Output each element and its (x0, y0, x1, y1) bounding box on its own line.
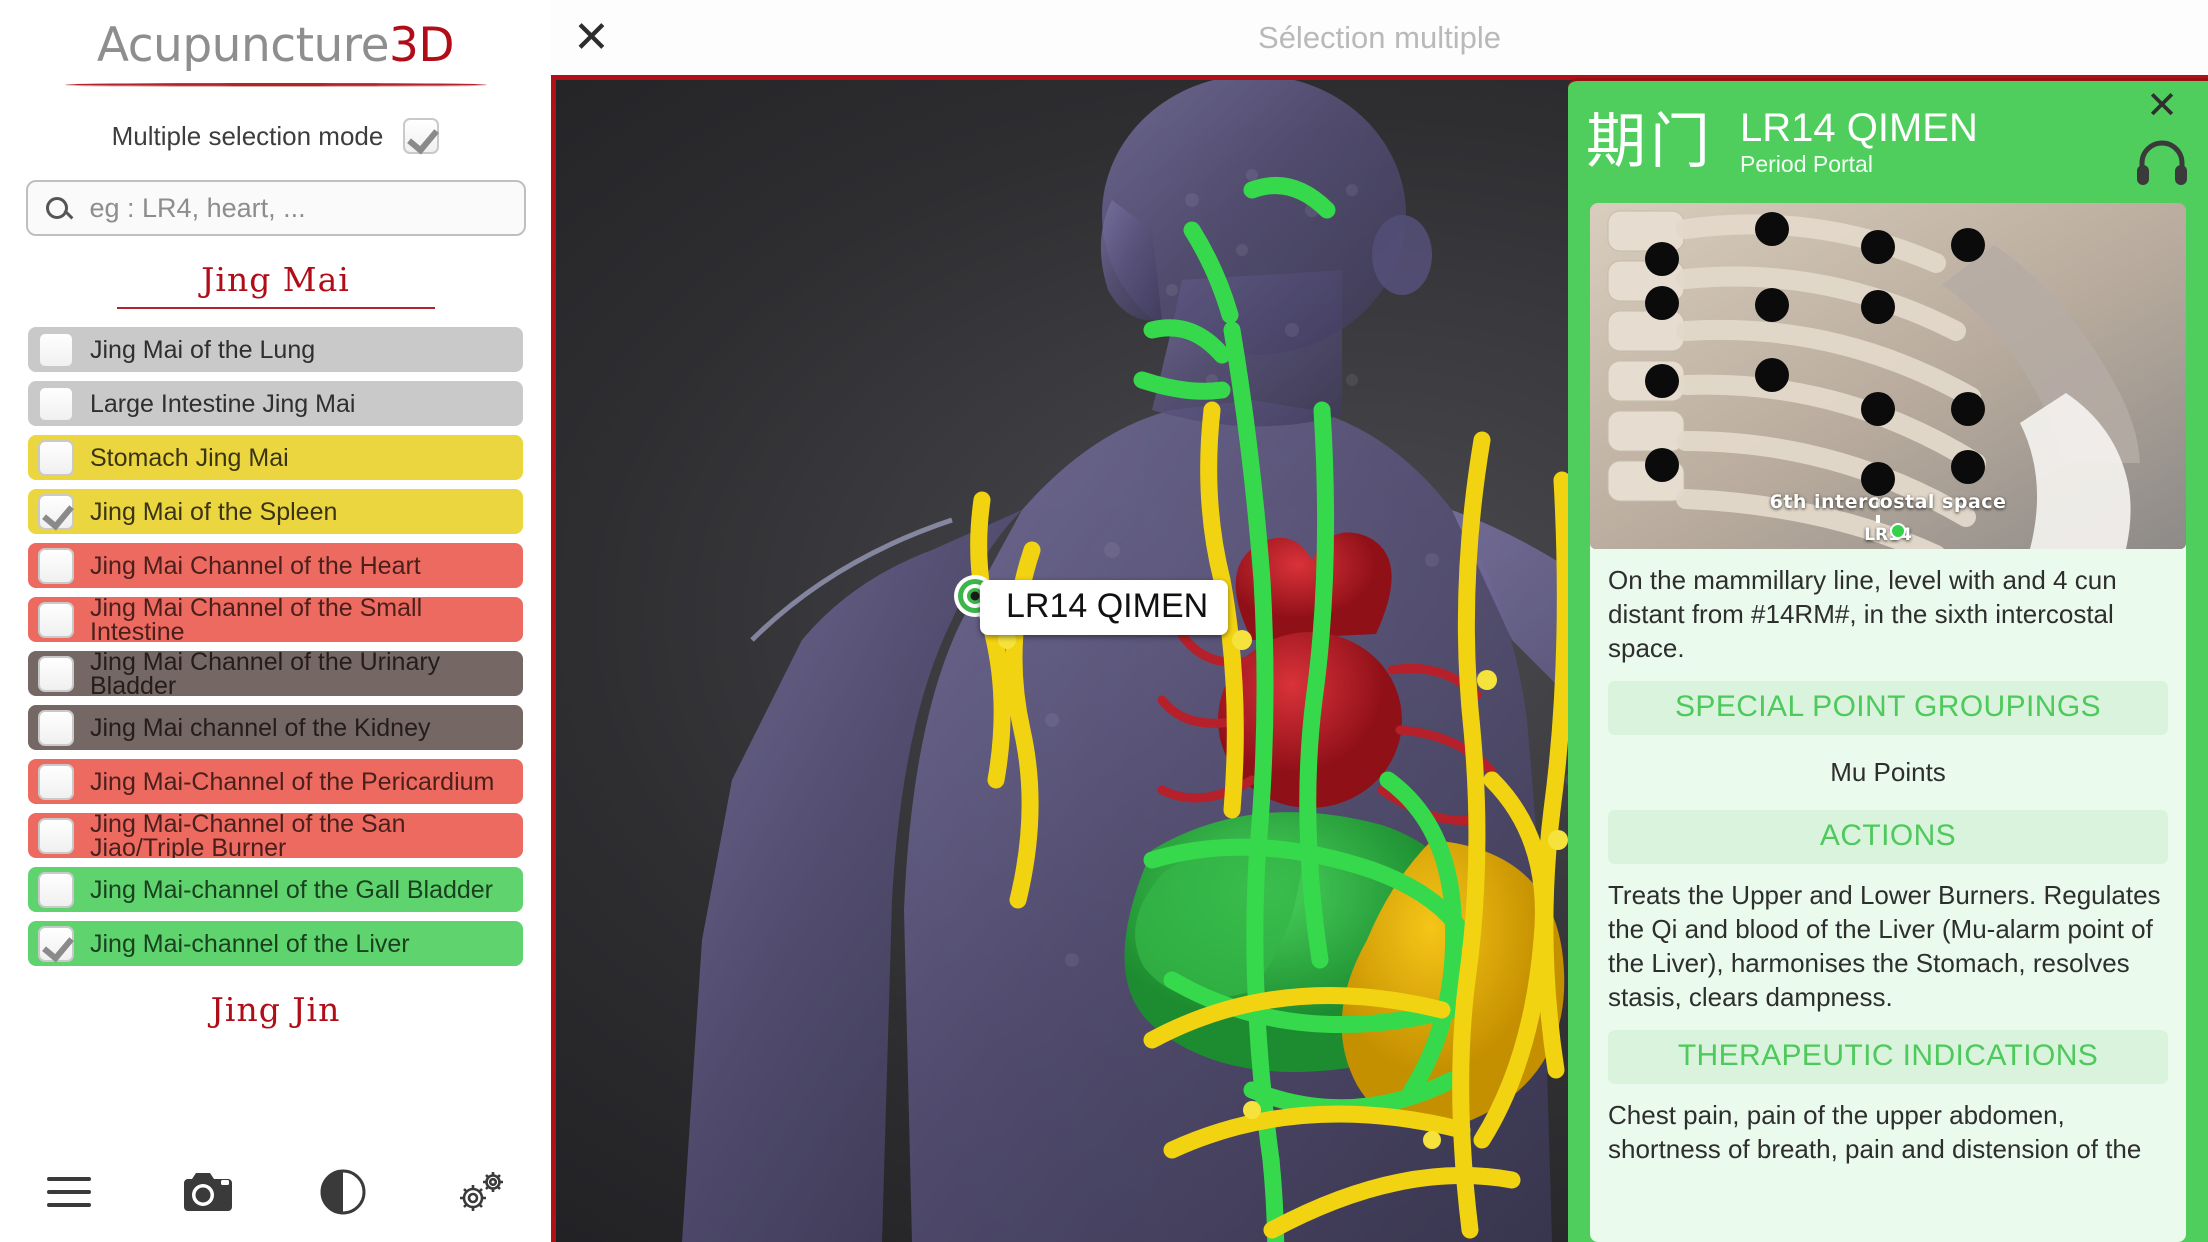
multiple-selection-row[interactable]: Multiple selection mode (0, 118, 551, 154)
channel-label: Jing Mai-channel of the Liver (90, 929, 410, 958)
point-detail-panel: 期门 LR14 QIMEN Period Portal ✕ 6th interc… (1568, 78, 2208, 1242)
channel-row[interactable]: Jing Mai channel of the Kidney (28, 705, 523, 750)
app-logo: Acupuncture3D (0, 0, 551, 73)
channel-label: Jing Mai Channel of the Urinary Bladder (90, 651, 441, 696)
panel-scroll-body[interactable]: 6th intercostal space LR14 On the mammil… (1568, 203, 2208, 1242)
channel-label: Jing Mai Channel of the Small Intestine (90, 597, 423, 642)
section-heading-groupings[interactable]: SPECIAL POINT GROUPINGS (1608, 681, 2168, 735)
channel-row[interactable]: Jing Mai of the Lung (28, 327, 523, 372)
channel-checkbox[interactable] (38, 817, 74, 854)
search-box[interactable] (25, 180, 526, 236)
gears-icon (459, 1172, 503, 1211)
panel-close-icon[interactable]: ✕ (2146, 87, 2178, 125)
panel-header: 期门 LR14 QIMEN Period Portal ✕ (1568, 81, 2208, 203)
point-code: LR14 QIMEN (1740, 105, 1978, 150)
channel-checkbox[interactable] (38, 331, 74, 368)
channel-label: Large Intestine Jing Mai (90, 389, 356, 418)
search-input[interactable] (89, 192, 506, 224)
channel-label: Jing Mai of the Lung (90, 335, 316, 364)
screenshot-button[interactable] (137, 1142, 274, 1242)
channel-checkbox[interactable] (38, 601, 74, 638)
point-name: Period Portal (1740, 150, 1873, 177)
logo-main-text: Acupuncture (96, 18, 390, 73)
channel-row[interactable]: Jing Mai-channel of the Liver (28, 921, 523, 966)
channel-label: Jing Mai Channel of the Heart (90, 551, 421, 580)
channel-label: Jing Mai-channel of the Gall Bladder (90, 875, 494, 904)
channel-checkbox[interactable] (38, 709, 74, 746)
channel-label: Jing Mai-Channel of the San Jiao/Triple … (90, 813, 406, 858)
panel-title-block: LR14 QIMEN Period Portal (1740, 107, 1978, 178)
jing-jin-heading: Jing Jin (210, 990, 341, 1029)
jing-mai-divider (116, 307, 435, 309)
anatomy-illustration: 6th intercostal space LR14 (1590, 203, 2186, 549)
logo-divider (64, 83, 487, 86)
channel-label: Jing Mai-Channel of the Pericardium (90, 767, 495, 796)
channel-row[interactable]: Stomach Jing Mai (28, 435, 523, 480)
headphones-icon[interactable] (2134, 135, 2190, 185)
channel-checkbox[interactable] (38, 925, 74, 962)
section-body-groupings: Mu Points (1830, 757, 1946, 787)
channel-label: Jing Mai of the Spleen (90, 497, 338, 526)
channel-checkbox[interactable] (38, 385, 74, 422)
section-heading-indications[interactable]: THERAPEUTIC INDICATIONS (1608, 1030, 2168, 1084)
point-hanzi: 期门 (1586, 107, 1714, 177)
channel-checkbox[interactable] (38, 871, 74, 908)
jing-mai-heading: Jing Mai (201, 260, 350, 299)
camera-icon (183, 1173, 232, 1211)
channel-row[interactable]: Jing Mai of the Spleen (28, 489, 523, 534)
search-icon (45, 197, 68, 219)
channel-checkbox[interactable] (38, 763, 74, 800)
channel-label: Stomach Jing Mai (90, 443, 289, 472)
menu-button[interactable] (0, 1142, 137, 1242)
channel-row[interactable]: Jing Mai-Channel of the Pericardium (28, 759, 523, 804)
sidebar-toolbar (0, 1142, 551, 1242)
contrast-icon (320, 1169, 365, 1215)
contrast-button[interactable] (274, 1142, 411, 1242)
channel-checkbox[interactable] (38, 547, 74, 584)
section-body-actions: Treats the Upper and Lower Burners. Regu… (1608, 880, 2161, 1012)
channel-row[interactable]: Jing Mai-Channel of the San Jiao/Triple … (28, 813, 523, 858)
channel-checkbox[interactable] (38, 439, 74, 476)
channel-list: Jing Mai of the Lung Large Intestine Jing… (0, 327, 551, 966)
panel-actions: ✕ (2134, 87, 2190, 185)
app-root: Acupuncture3D Multiple selection mode Ji… (0, 0, 2208, 1242)
settings-button[interactable] (411, 1142, 548, 1242)
logo-accent-text: 3D (389, 18, 455, 73)
location-description: On the mammillary line, level with and 4… (1608, 565, 2117, 663)
top-bar: ✕ Sélection multiple (551, 0, 2208, 80)
point-tooltip-label[interactable]: LR14 QIMEN (980, 580, 1229, 635)
channel-checkbox[interactable] (38, 493, 74, 530)
channel-row[interactable]: Jing Mai Channel of the Small Intestine (28, 597, 523, 642)
channel-checkbox[interactable] (38, 655, 74, 692)
sidebar: Acupuncture3D Multiple selection mode Ji… (0, 0, 551, 1242)
hamburger-menu-icon (46, 1177, 91, 1207)
marker-center-dot (970, 591, 980, 601)
section-heading-actions[interactable]: ACTIONS (1608, 810, 2168, 864)
channel-row[interactable]: Jing Mai Channel of the Urinary Bladder (28, 651, 523, 696)
channel-row[interactable]: Large Intestine Jing Mai (28, 381, 523, 426)
multiple-selection-checkbox[interactable] (403, 118, 440, 154)
anatomy-point-dot (1889, 523, 1906, 539)
multiple-selection-label: Multiple selection mode (111, 120, 384, 151)
mode-title: Sélection multiple (1258, 19, 1501, 55)
panel-card: 6th intercostal space LR14 On the mammil… (1590, 203, 2186, 1242)
channel-row[interactable]: Jing Mai-channel of the Gall Bladder (28, 867, 523, 912)
anatomy-caption: 6th intercostal space (1769, 491, 2007, 513)
channel-label: Jing Mai channel of the Kidney (90, 713, 431, 742)
section-body-indications: Chest pain, pain of the upper abdomen, s… (1608, 1100, 2142, 1164)
channel-row[interactable]: Jing Mai Channel of the Heart (28, 543, 523, 588)
